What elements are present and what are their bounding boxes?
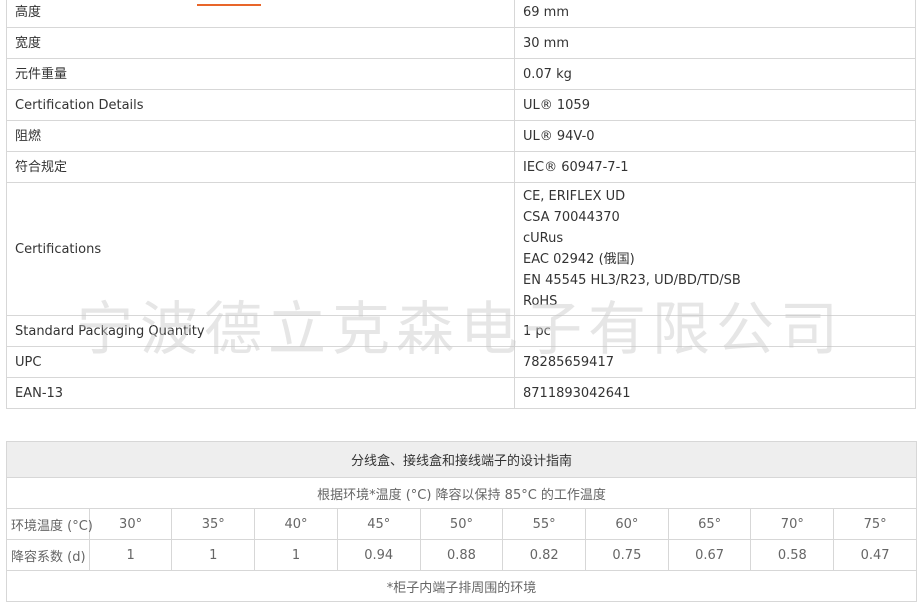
spec-value: 8711893042641	[514, 377, 916, 409]
guide-subtitle-row: 根据环境*温度 (°C) 降容以保持 85°C 的工作温度	[6, 477, 917, 509]
derating-factor-cell: 0.82	[502, 539, 587, 571]
temperature-label: 环境温度 (°C)	[6, 508, 93, 540]
guide-subtitle: 根据环境*温度 (°C) 降容以保持 85°C 的工作温度	[6, 477, 917, 509]
derating-factor-cell: 0.67	[667, 539, 752, 571]
derating-factor-cell: 0.75	[585, 539, 669, 571]
spec-label: 符合规定	[6, 151, 515, 183]
spec-row: 阻燃 UL® 94V-0	[6, 120, 916, 152]
derating-factor-cell: 0.58	[750, 539, 835, 571]
derating-factor-cell: 0.88	[419, 539, 504, 571]
temperature-cell: 65°	[667, 508, 752, 540]
spec-row: 元件重量 0.07 kg	[6, 58, 916, 90]
spec-label: 阻燃	[6, 120, 515, 152]
derating-factor-cell: 1	[171, 539, 256, 571]
temperature-cell: 70°	[750, 508, 835, 540]
spec-label: 高度	[6, 0, 515, 28]
spec-label: 元件重量	[6, 58, 515, 90]
spec-row: 宽度 30 mm	[6, 27, 916, 59]
temperature-cell: 45°	[336, 508, 421, 540]
spec-value: 1 pc	[514, 315, 916, 347]
temperature-cell: 35°	[171, 508, 256, 540]
spec-value: 0.07 kg	[514, 58, 916, 90]
temperature-cell: 30°	[88, 508, 173, 540]
spec-label: UPC	[6, 346, 515, 378]
specifications-table: 高度 69 mm 宽度 30 mm 元件重量 0.07 kg Certifica…	[6, 0, 916, 409]
guide-title: 分线盒、接线盒和接线端子的设计指南	[6, 441, 917, 478]
spec-row: Standard Packaging Quantity 1 pc	[6, 315, 916, 347]
derating-factor-cell: 1	[254, 539, 338, 571]
certification-item: RoHS	[523, 294, 558, 309]
spec-value: UL® 94V-0	[514, 120, 916, 152]
certification-item: EN 45545 HL3/R23, UD/BD/TD/SB	[523, 273, 741, 288]
spec-label: EAN-13	[6, 377, 515, 409]
derating-factor-cell: 0.47	[833, 539, 917, 571]
spec-row: Certification Details UL® 1059	[6, 89, 916, 121]
spec-row: UPC 78285659417	[6, 346, 916, 378]
spec-row: 符合规定 IEC® 60947-7-1	[6, 151, 916, 183]
spec-value: UL® 1059	[514, 89, 916, 121]
temperature-cell: 55°	[502, 508, 587, 540]
spec-label: Certifications	[6, 182, 515, 316]
temperature-cell: 75°	[833, 508, 917, 540]
guide-title-row: 分线盒、接线盒和接线端子的设计指南	[6, 441, 917, 478]
temperature-row: 环境温度 (°C) 30° 35° 40° 45° 50° 55° 60° 65…	[6, 508, 917, 540]
spec-label: 宽度	[6, 27, 515, 59]
certifications-list: CE, ERIFLEX UD CSA 70044370 cURus EAC 02…	[514, 182, 916, 316]
certification-item: CE, ERIFLEX UD	[523, 189, 626, 204]
guide-footnote-row: *柜子内端子排周围的环境	[6, 570, 917, 602]
spec-row-certifications: Certifications CE, ERIFLEX UD CSA 700443…	[6, 182, 916, 316]
spec-label: Standard Packaging Quantity	[6, 315, 515, 347]
spec-row: EAN-13 8711893042641	[6, 377, 916, 409]
spec-row: 高度 69 mm	[6, 0, 916, 28]
temperature-cell: 60°	[585, 508, 669, 540]
guide-footnote: *柜子内端子排周围的环境	[6, 570, 917, 602]
spec-value: 30 mm	[514, 27, 916, 59]
spec-value: IEC® 60947-7-1	[514, 151, 916, 183]
derating-factor-row: 降容系数 (d) 1 1 1 0.94 0.88 0.82 0.75 0.67 …	[6, 539, 917, 571]
spec-value: 69 mm	[514, 0, 916, 28]
derating-factor-label: 降容系数 (d)	[6, 539, 90, 571]
temperature-cell: 50°	[419, 508, 504, 540]
spec-value: 78285659417	[514, 346, 916, 378]
derating-factor-cell: 0.94	[336, 539, 421, 571]
certification-item: EAC 02942 (俄国)	[523, 252, 635, 267]
temperature-cell: 40°	[254, 508, 338, 540]
certification-item: cURus	[523, 231, 564, 246]
derating-factor-cell: 1	[88, 539, 173, 571]
derating-guide-table: 分线盒、接线盒和接线端子的设计指南 根据环境*温度 (°C) 降容以保持 85°…	[6, 441, 917, 602]
spec-label: Certification Details	[6, 89, 515, 121]
certification-item: CSA 70044370	[523, 210, 620, 225]
